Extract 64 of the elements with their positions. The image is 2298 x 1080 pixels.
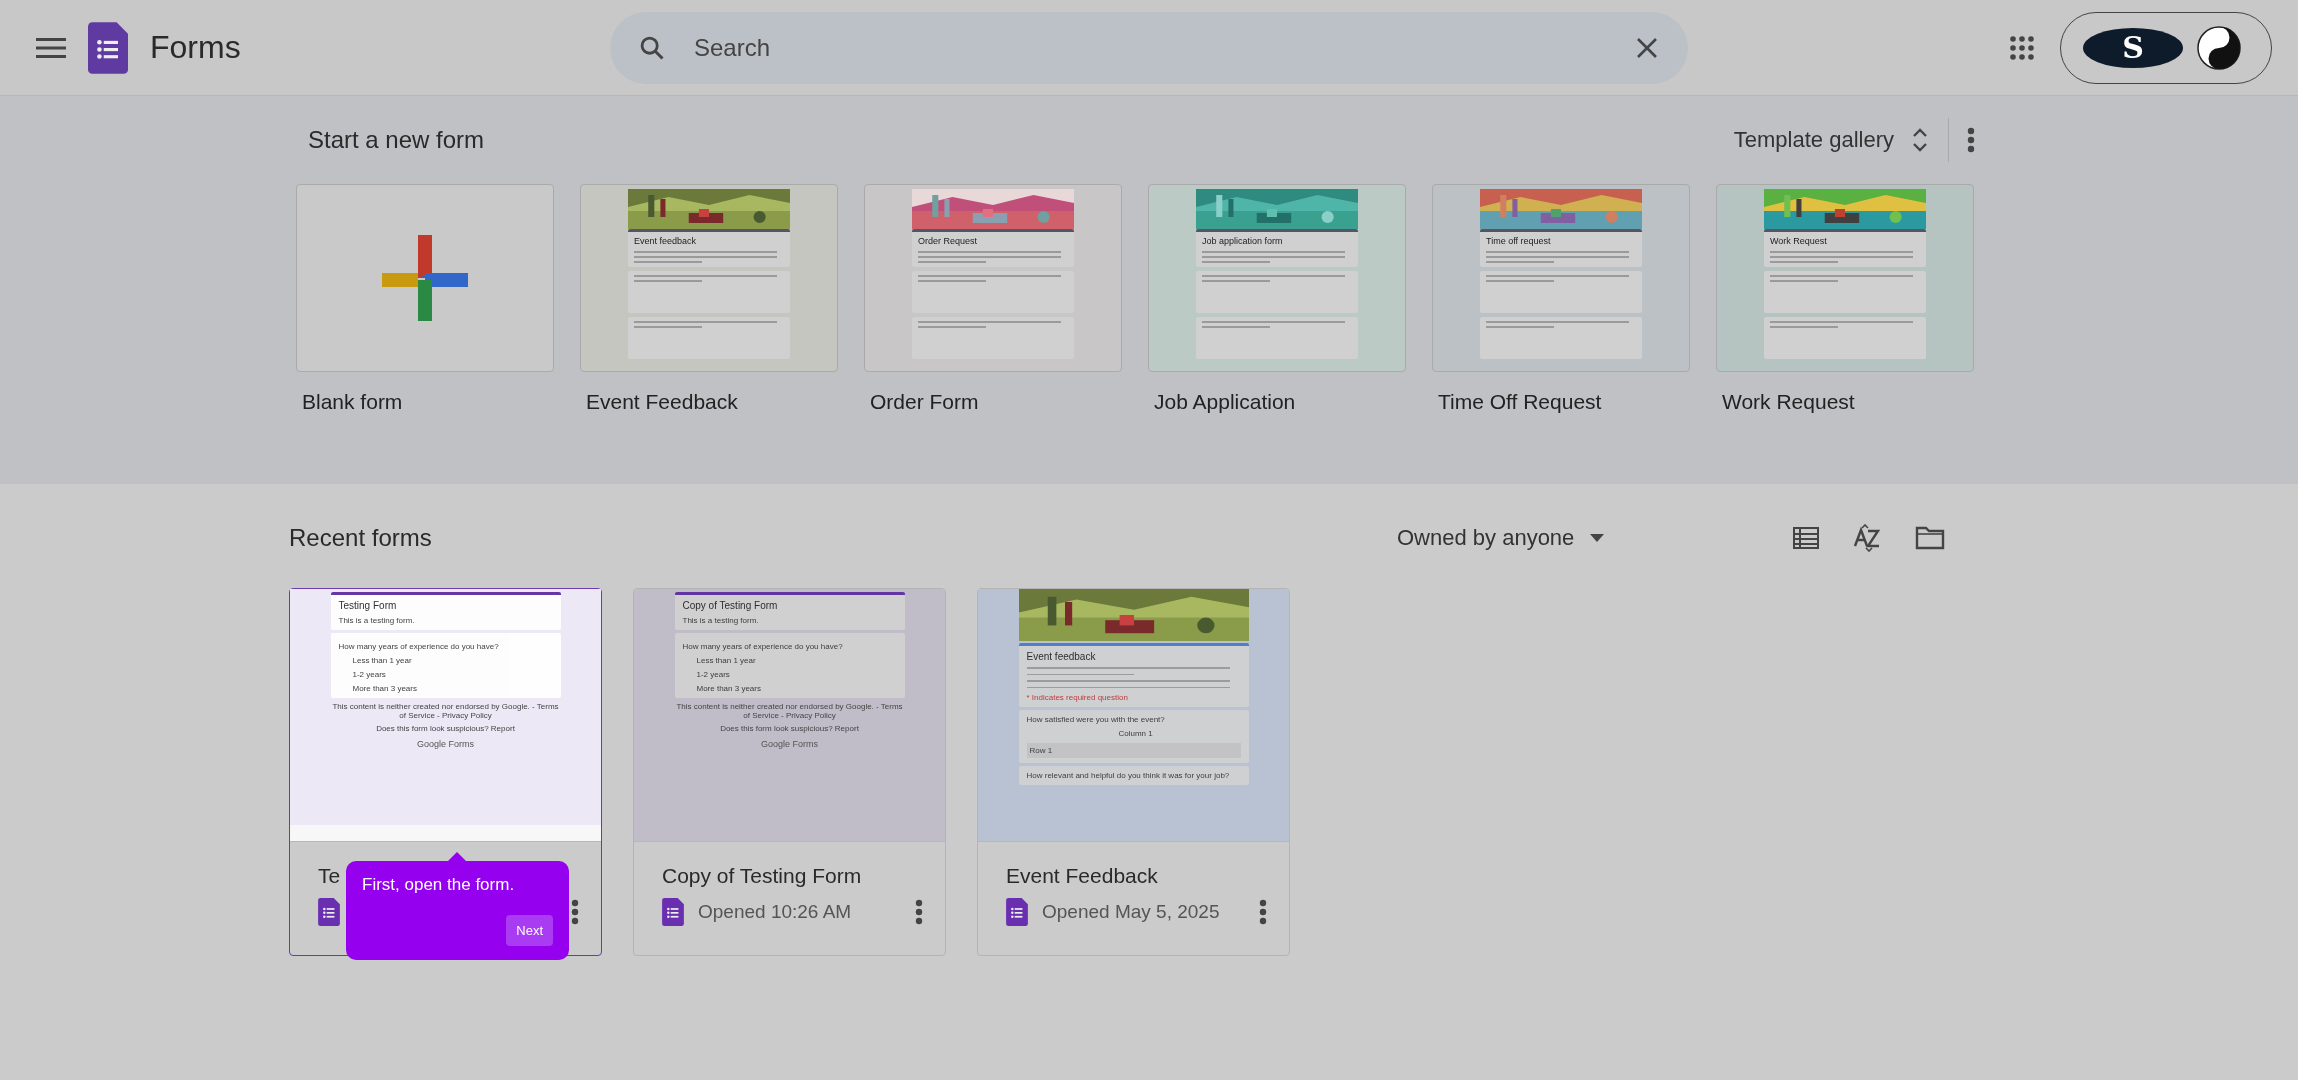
template-card[interactable]: Work Request: [1716, 184, 1974, 372]
form-preview: Event feedback * Indicates required question: [1018, 643, 1249, 707]
template-card[interactable]: Time off request: [1432, 184, 1690, 372]
form-preview: Job application form: [1196, 229, 1358, 267]
brand-text: Google Forms: [416, 739, 475, 749]
sort-icon[interactable]: [1853, 524, 1881, 552]
template-label[interactable]: Event Feedback: [586, 390, 838, 414]
section-heading: Recent forms: [289, 524, 433, 552]
form-preview: Copy of Testing Form This is a testing form.: [674, 592, 905, 630]
template-label[interactable]: Job Application: [1154, 390, 1406, 414]
question-card: How many years of experience do you have? Less than 1 year 1-2 years More than 3 years: [674, 633, 905, 698]
section-heading: Start a new form: [308, 126, 486, 154]
form-card[interactable]: [633, 588, 946, 956]
form-title: Copy of Testing Form: [662, 864, 862, 889]
folder-icon[interactable]: [1915, 526, 1945, 550]
question-card: How relevant and helpful do you think it was for your job?: [1018, 766, 1249, 785]
form-icon: [662, 898, 684, 926]
template-card[interactable]: Order Request: [864, 184, 1122, 372]
list-view-icon[interactable]: [1793, 527, 1819, 549]
footer-text: This content is neither created nor endorsed by Google. - Terms of Service - Privacy Policy: [675, 702, 904, 720]
account-logo: S: [2083, 27, 2183, 68]
close-icon[interactable]: [1636, 36, 1658, 59]
form-icon: [1006, 898, 1028, 926]
template-gallery-button[interactable]: Template gallery: [1719, 127, 1942, 153]
template-label[interactable]: Time Off Request: [1438, 390, 1690, 414]
form-icon: [88, 20, 128, 75]
template-card[interactable]: [296, 184, 554, 372]
caret-icon: [1590, 534, 1605, 542]
footer-text: Does this form look suspicious? Report: [375, 724, 516, 733]
opened-date: Opened May 5, 2025: [1042, 901, 1220, 923]
more-icon[interactable]: [1967, 127, 1975, 153]
next-button[interactable]: Next: [506, 915, 553, 946]
apps-icon[interactable]: [2010, 35, 2034, 60]
app-title: Forms: [150, 29, 241, 66]
template-card[interactable]: Job application form: [1148, 184, 1406, 372]
unfold-icon: [1912, 128, 1928, 152]
form-card[interactable]: Event feedback * Indicates required question How satisfied were you with the event? Column 1 Row 1 How relevant and helpful do you think it was for your job? Event Feedback Opened May 5, 2025: [977, 588, 1290, 956]
question-card: How satisfied were you with the event? Column 1 Row 1: [1018, 710, 1249, 763]
owner-filter-dropdown[interactable]: Owned by anyone: [1397, 525, 1605, 551]
form-preview: Time off request: [1480, 229, 1642, 267]
template-card[interactable]: Event feedback: [580, 184, 838, 372]
form-title: Te: [318, 864, 341, 889]
form-preview: Order Request: [912, 229, 1074, 267]
tooltip-text: First, open the form.: [362, 875, 516, 895]
yin-yang-icon: [2197, 25, 2241, 70]
template-label[interactable]: Work Request: [1722, 390, 1974, 414]
plus-icon: [382, 235, 468, 321]
template-label[interactable]: Order Form: [870, 390, 1122, 414]
footer-text: Does this form look suspicious? Report: [719, 724, 860, 733]
more-icon[interactable]: [1259, 899, 1267, 925]
more-icon[interactable]: [571, 899, 579, 925]
question-card: How many years of experience do you have? Less than 1 year 1-2 years More than 3 years: [330, 633, 561, 698]
form-title: Event Feedback: [1006, 864, 1158, 889]
opened-date: Opened 10:26 AM: [698, 901, 852, 923]
footer-text: This content is neither created nor endorsed by Google. - Terms of Service - Privacy Policy: [331, 702, 560, 720]
template-label[interactable]: Blank form: [302, 390, 554, 414]
search-field[interactable]: Search: [610, 11, 1688, 84]
form-preview: Testing Form This is a testing form.: [330, 592, 561, 630]
more-icon[interactable]: [915, 899, 923, 925]
form-preview: Event feedback: [628, 229, 790, 267]
menu-icon[interactable]: [36, 37, 66, 58]
form-icon: [318, 898, 340, 926]
form-preview: Work Request: [1764, 229, 1926, 267]
brand-text: Google Forms: [760, 739, 819, 749]
